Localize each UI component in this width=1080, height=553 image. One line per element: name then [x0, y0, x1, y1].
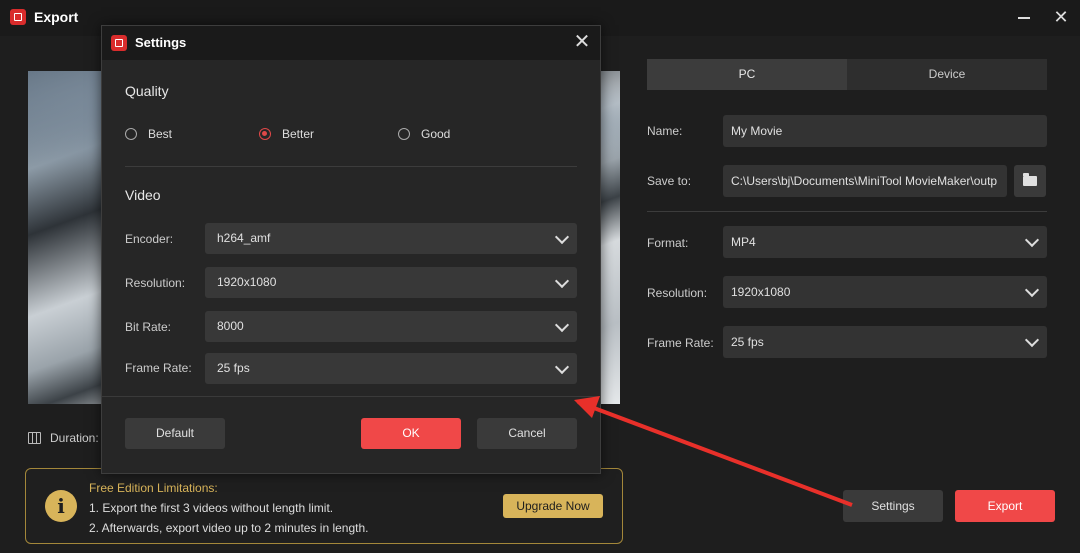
tab-pc[interactable]: PC	[647, 59, 847, 90]
divider	[125, 166, 577, 167]
dialog-resolution-select[interactable]: 1920x1080	[205, 267, 577, 298]
save-to-label: Save to:	[647, 174, 692, 188]
app-logo-icon	[111, 35, 127, 51]
name-input[interactable]: My Movie	[723, 115, 1047, 147]
ok-button[interactable]: OK	[361, 418, 461, 449]
bit-rate-label: Bit Rate:	[125, 320, 172, 334]
radio-label: Better	[282, 127, 315, 141]
format-select[interactable]: MP4	[723, 226, 1047, 258]
quality-section-title: Quality	[125, 83, 169, 99]
window-close-icon[interactable]: ✕	[1052, 8, 1070, 26]
limitations-line-1: 1. Export the first 3 videos without len…	[89, 501, 334, 515]
divider	[647, 211, 1047, 212]
format-label: Format:	[647, 236, 689, 250]
settings-dialog: Settings ✕ Quality Best Better Good Vide…	[101, 25, 601, 474]
video-section-title: Video	[125, 187, 161, 203]
format-value: MP4	[731, 235, 756, 249]
film-icon	[28, 432, 41, 444]
chevron-down-icon	[554, 359, 570, 375]
folder-icon	[1023, 173, 1037, 186]
target-tabs: PC Device	[647, 59, 1047, 90]
info-icon: i	[45, 490, 77, 522]
radio-indicator	[398, 128, 410, 140]
dialog-title: Settings	[135, 35, 187, 50]
dialog-footer-divider	[102, 396, 600, 397]
bit-rate-value: 8000	[217, 319, 244, 333]
resolution-value: 1920x1080	[731, 285, 791, 299]
window-title: Export	[34, 9, 79, 25]
radio-label: Good	[421, 127, 451, 141]
frame-rate-value: 25 fps	[731, 335, 764, 349]
chevron-down-icon	[1024, 232, 1040, 248]
tab-device[interactable]: Device	[847, 59, 1047, 90]
dialog-close-icon[interactable]: ✕	[572, 32, 592, 52]
dialog-resolution-label: Resolution:	[125, 276, 186, 290]
minimize-icon[interactable]	[1016, 8, 1032, 24]
resolution-label: Resolution:	[647, 286, 708, 300]
limitations-title: Free Edition Limitations:	[89, 481, 218, 495]
export-button[interactable]: Export	[955, 490, 1055, 522]
quality-radio-better[interactable]: Better	[259, 127, 339, 143]
upgrade-now-button[interactable]: Upgrade Now	[503, 494, 603, 518]
quality-radio-best[interactable]: Best	[125, 127, 195, 143]
chevron-down-icon	[1024, 332, 1040, 348]
default-button[interactable]: Default	[125, 418, 225, 449]
save-path-input[interactable]: C:\Users\bj\Documents\MiniTool MovieMake…	[723, 165, 1007, 197]
resolution-select[interactable]: 1920x1080	[723, 276, 1047, 308]
bit-rate-select[interactable]: 8000	[205, 311, 577, 342]
app-logo-icon	[10, 9, 26, 25]
name-label: Name:	[647, 124, 683, 138]
chevron-down-icon	[554, 229, 570, 245]
quality-radio-good[interactable]: Good	[398, 127, 478, 143]
settings-button[interactable]: Settings	[843, 490, 943, 522]
cancel-button[interactable]: Cancel	[477, 418, 577, 449]
dialog-frame-rate-value: 25 fps	[217, 361, 250, 375]
limitations-line-2: 2. Afterwards, export video up to 2 minu…	[89, 521, 369, 535]
chevron-down-icon	[554, 317, 570, 333]
browse-folder-button[interactable]	[1014, 165, 1046, 197]
chevron-down-icon	[1024, 282, 1040, 298]
dialog-frame-rate-select[interactable]: 25 fps	[205, 353, 577, 384]
encoder-label: Encoder:	[125, 232, 174, 246]
radio-indicator	[125, 128, 137, 140]
encoder-value: h264_amf	[217, 231, 271, 245]
radio-label: Best	[148, 127, 173, 141]
duration-label: Duration:	[50, 431, 99, 445]
encoder-select[interactable]: h264_amf	[205, 223, 577, 254]
frame-rate-label: Frame Rate:	[647, 336, 714, 350]
dialog-resolution-value: 1920x1080	[217, 275, 277, 289]
frame-rate-select[interactable]: 25 fps	[723, 326, 1047, 358]
dialog-frame-rate-label: Frame Rate:	[125, 361, 192, 375]
radio-indicator	[259, 128, 271, 140]
chevron-down-icon	[554, 273, 570, 289]
